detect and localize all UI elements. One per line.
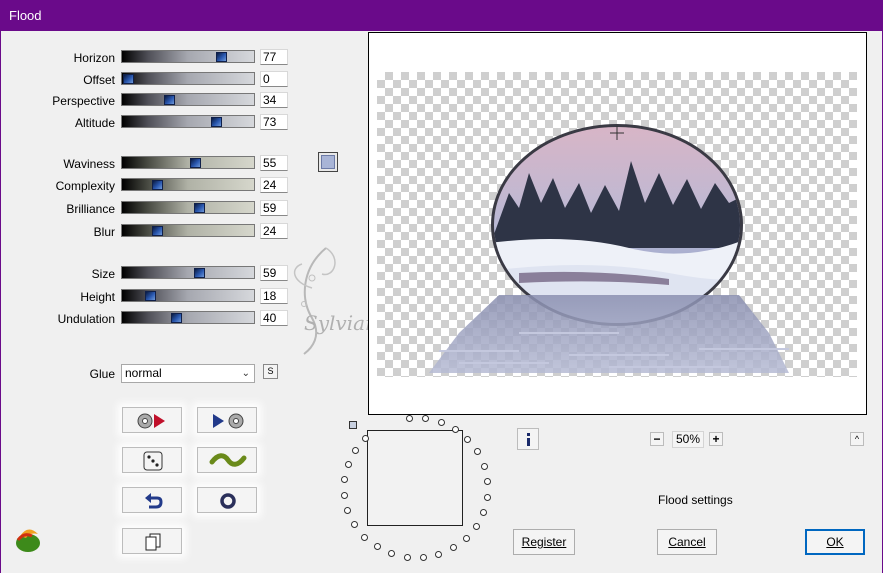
slider-thumb[interactable] [194, 203, 206, 213]
dial-dot[interactable] [351, 447, 359, 455]
dice-icon [143, 451, 163, 471]
zoom-out-button[interactable]: − [650, 432, 664, 446]
window-title: Flood [9, 8, 42, 23]
ok-button[interactable]: OK [805, 529, 865, 555]
complexity-slider[interactable] [121, 178, 255, 191]
altitude-slider[interactable] [121, 115, 255, 128]
slider-thumb[interactable] [194, 268, 206, 278]
caret-up-icon[interactable]: ^ [850, 432, 864, 446]
dial-dot[interactable] [462, 534, 470, 542]
load-preset-button[interactable] [122, 407, 182, 433]
glue-select[interactable]: normal ⌄ [121, 364, 255, 383]
copy-button[interactable] [122, 528, 182, 554]
info-icon [527, 433, 530, 446]
perspective-value[interactable]: 34 [260, 92, 288, 108]
dial-dot[interactable] [403, 553, 411, 561]
reset-button[interactable] [197, 487, 257, 513]
filter-logo-icon [14, 526, 44, 557]
altitude-label: Altitude [74, 116, 115, 130]
undulation-slider[interactable] [121, 311, 255, 324]
navigator-handle[interactable] [349, 421, 357, 429]
slider-thumb[interactable] [171, 313, 183, 323]
dial-dot[interactable] [344, 461, 352, 469]
waviness-label: Waviness [63, 157, 115, 171]
complexity-label: Complexity [55, 179, 115, 193]
arrow-right-disc-icon [213, 413, 244, 429]
blur-slider[interactable] [121, 224, 255, 237]
glue-s-button[interactable]: S [263, 364, 278, 379]
dial-dot[interactable] [361, 435, 369, 442]
wave-button[interactable] [197, 447, 257, 473]
height-slider[interactable] [121, 289, 255, 302]
register-button[interactable]: Register [513, 529, 575, 555]
navigator-thumbnail[interactable] [367, 430, 463, 526]
offset-label: Offset [83, 73, 115, 87]
waviness-value[interactable]: 55 [260, 155, 288, 171]
dial-dot[interactable] [340, 492, 348, 500]
blur-label: Blur [93, 225, 115, 239]
zoom-level: 50% [672, 431, 704, 448]
height-label: Height [80, 290, 115, 304]
brilliance-slider[interactable] [121, 201, 255, 214]
horizon-label: Horizon [73, 51, 115, 65]
dial-dot[interactable] [472, 522, 480, 530]
glue-value: normal [125, 366, 162, 380]
dial-dot[interactable] [483, 493, 491, 501]
undo-button[interactable] [122, 487, 182, 513]
dial-dot[interactable] [406, 414, 414, 422]
title-bar: Flood [0, 0, 883, 31]
offset-slider[interactable] [121, 72, 255, 85]
dial-dot[interactable] [480, 508, 488, 516]
horizon-value[interactable]: 77 [260, 49, 288, 65]
slider-thumb[interactable] [164, 95, 176, 105]
status-text: Flood settings [658, 493, 733, 507]
complexity-value[interactable]: 24 [260, 177, 288, 193]
undo-arrow-icon [145, 493, 163, 509]
slider-thumb[interactable] [189, 158, 201, 168]
size-label: Size [91, 267, 115, 281]
slider-thumb[interactable] [216, 52, 228, 62]
perspective-slider[interactable] [121, 93, 255, 106]
slider-thumb[interactable] [152, 226, 164, 236]
chevron-down-icon: ⌄ [241, 368, 250, 379]
size-slider[interactable] [121, 266, 255, 279]
slider-thumb[interactable] [152, 180, 164, 190]
zoom-in-button[interactable]: + [709, 432, 723, 446]
preview-pane[interactable] [368, 32, 867, 415]
slider-thumb[interactable] [123, 74, 134, 84]
waviness-slider[interactable] [121, 156, 255, 169]
randomize-button[interactable] [122, 447, 182, 473]
dial-dot[interactable] [361, 533, 369, 541]
glue-label: Glue [89, 367, 115, 381]
save-preset-button[interactable] [197, 407, 257, 433]
brilliance-value[interactable]: 59 [260, 200, 288, 216]
brilliance-label: Brilliance [66, 202, 115, 216]
wave-icon [209, 453, 247, 467]
perspective-label: Perspective [52, 94, 115, 108]
ring-icon [220, 493, 236, 509]
blur-value[interactable]: 24 [260, 223, 288, 239]
dial-dot[interactable] [419, 554, 427, 562]
copy-pages-icon [145, 533, 161, 551]
undulation-label: Undulation [57, 312, 115, 326]
horizon-slider[interactable] [121, 50, 255, 63]
preview-image [429, 124, 789, 373]
dial-dot[interactable] [437, 418, 445, 426]
offset-value[interactable]: 0 [260, 71, 288, 87]
cancel-button[interactable]: Cancel [657, 529, 717, 555]
slider-thumb[interactable] [144, 291, 156, 301]
info-button[interactable] [517, 428, 539, 450]
color-swatch-button[interactable] [318, 152, 338, 172]
disc-arrow-right-icon [137, 413, 165, 429]
color-swatch [321, 155, 335, 169]
altitude-value[interactable]: 73 [260, 114, 288, 130]
slider-thumb[interactable] [211, 117, 223, 127]
dial-dot[interactable] [480, 462, 488, 470]
